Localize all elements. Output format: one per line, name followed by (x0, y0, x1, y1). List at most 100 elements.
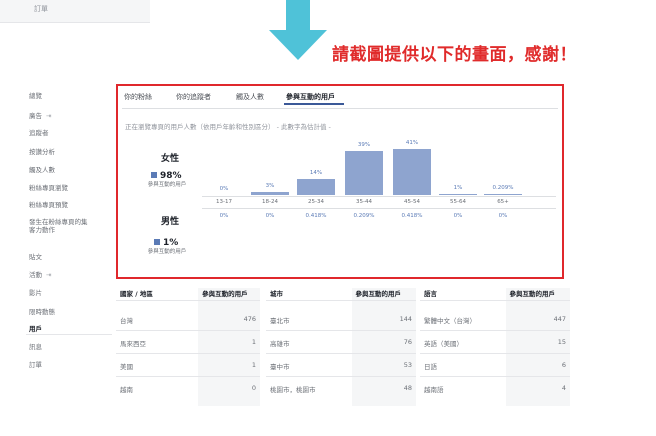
table-row-line (266, 353, 416, 354)
external-link-icon: ⇥ (46, 112, 52, 120)
table-cell-value: 1 (251, 361, 256, 369)
table-cell-name: 越南 (120, 386, 133, 394)
table-cell-value: 15 (557, 338, 566, 346)
age-axis-line-bottom (202, 208, 556, 209)
sidebar-item[interactable]: 按讚分析 (29, 146, 55, 156)
table-cell-value: 447 (553, 315, 566, 323)
table-row-line (266, 376, 416, 377)
age-tick-label: 55-64 (450, 199, 466, 205)
down-arrow-shaft (286, 0, 310, 30)
male-value-label: 0.418% (305, 213, 327, 219)
sidebar-item[interactable]: 粉絲專頁瀏覽 (29, 182, 68, 192)
male-value-label: 0% (498, 213, 508, 219)
sidebar-item[interactable]: 活動 ⇥ (29, 269, 51, 279)
table-cell-name: 英語（美國） (424, 340, 463, 348)
female-legend-swatch (151, 172, 157, 178)
male-legend-swatch (154, 239, 160, 245)
screenshot-request-text: 請截圖提供以下的畫面，感謝！ (332, 45, 577, 65)
female-title: 女性 (161, 154, 180, 164)
table-row-line (116, 353, 260, 354)
age-tick-label: 18-24 (262, 199, 278, 205)
sidebar-item-label: 廣告 (29, 112, 42, 120)
tab-3[interactable]: 觸及人數 (236, 92, 264, 102)
female-bar-label: 0% (219, 186, 229, 192)
male-value-label: 0% (265, 213, 275, 219)
table-cell-value: 6 (561, 361, 566, 369)
sidebar-item-label: 發生在粉絲專頁的集客力動作 (29, 218, 88, 234)
panel-description: 正在瀏覽專頁的用戶人數（依用戶年齡和性別區分） - 此數字為估計值 - (125, 123, 331, 131)
male-value-label: 0% (219, 213, 229, 219)
table-row-line (420, 353, 570, 354)
engaged-users-panel: 你的粉絲 你的追蹤者 觸及人數 參與互動的用戶 正在瀏覽專頁的用戶人數（依用戶年齡和性… (116, 84, 564, 279)
table-cell-name: 繁體中文（台灣） (424, 317, 476, 325)
female-bar (439, 193, 477, 195)
table-header-line (266, 300, 416, 301)
age-tick-label: 45-54 (404, 199, 420, 205)
column-header: 參與互動的用戶 (355, 290, 402, 298)
sidebar-item[interactable]: 訊息 (29, 341, 42, 351)
table-cell-value: 476 (243, 315, 256, 323)
female-bar (393, 149, 431, 195)
sidebar-item[interactable]: 觸及人數 (29, 164, 55, 174)
age-tick-label: 65+ (497, 199, 509, 205)
sidebar-item-label: 按讚分析 (29, 148, 55, 156)
sidebar-item[interactable]: 用戶 (29, 323, 42, 333)
age-axis-line-top (202, 196, 556, 197)
sidebar-item[interactable]: 影片 (29, 287, 42, 297)
sidebar-item[interactable]: 追蹤者 (29, 127, 49, 137)
female-bar-label: 1% (453, 184, 463, 191)
table-cell-value: 53 (403, 361, 412, 369)
sidebar-item-label: 訂單 (29, 361, 42, 369)
table-cell-value: 48 (403, 384, 412, 392)
column-header: 城市 (270, 290, 283, 298)
value-column-shade (505, 288, 570, 406)
female-bar-label: 0.209% (492, 184, 514, 191)
female-percent: 98% (151, 171, 182, 181)
external-link-icon: ⇥ (46, 271, 52, 279)
value-column-shade (198, 288, 260, 406)
table-cell-name: 臺北市 (270, 317, 290, 325)
table-cell-name: 馬來西亞 (120, 340, 146, 348)
sidebar-item[interactable]: 粉絲專頁預覽 (29, 199, 68, 209)
age-tick-label: 25-34 (308, 199, 324, 205)
sidebar-item-label: 粉絲專頁瀏覽 (29, 184, 68, 192)
table-cell-name: 美國 (120, 363, 133, 371)
sidebar-item-label: 訊息 (29, 343, 42, 351)
table-row-line (266, 330, 416, 331)
sidebar-item[interactable]: 發生在粉絲專頁的集客力動作 (29, 218, 93, 234)
tab-4[interactable]: 參與互動的用戶 (286, 92, 335, 102)
sidebar-item-label: 限時動態 (29, 308, 55, 316)
sidebar-item[interactable]: 限時動態 (29, 306, 55, 316)
sidebar-item[interactable]: 廣告 ⇥ (29, 110, 51, 120)
male-title: 男性 (161, 217, 180, 227)
down-arrow-icon (269, 30, 327, 60)
table-cell-value: 144 (399, 315, 412, 323)
age-tick-label: 35-44 (356, 199, 372, 205)
sidebar-item[interactable]: 總覽 (29, 90, 42, 100)
female-bar (484, 193, 522, 195)
sidebar-item[interactable]: 貼文 (29, 251, 42, 261)
sidebar-item-label: 貼文 (29, 253, 42, 261)
table-cell-name: 臺中市 (270, 363, 290, 371)
female-bar (251, 191, 289, 195)
sidebar-item-label: 影片 (29, 289, 42, 297)
male-value-label: 0% (453, 213, 463, 219)
table-row-line (116, 330, 260, 331)
table-country: 國家 / 地區 參與互動的用戶 台灣 476 馬來西亞 1 美國 1 越南 0 (116, 288, 260, 408)
column-header: 參與互動的用戶 (202, 290, 248, 298)
top-fragment-label: 訂單 (34, 5, 48, 13)
sidebar-item-label: 觸及人數 (29, 166, 55, 174)
table-cell-name: 越南語 (424, 386, 444, 394)
female-bar-label: 3% (265, 182, 275, 189)
female-bar (297, 179, 335, 195)
sidebar-item[interactable]: 訂單 (29, 359, 42, 369)
table-city: 城市 參與互動的用戶 臺北市 144 高雄市 76 臺中市 53 桃園市，桃園市 48 (266, 288, 416, 408)
female-bar-label: 14% (309, 170, 323, 177)
table-cell-value: 76 (403, 338, 412, 346)
female-sub-label: 參與互動的用戶 (147, 182, 187, 188)
column-header: 國家 / 地區 (120, 290, 153, 298)
tab-2[interactable]: 你的追蹤者 (176, 92, 211, 102)
female-bar (345, 151, 383, 195)
top-sidebar-fragment: 訂單 (0, 0, 150, 23)
tab-1[interactable]: 你的粉絲 (124, 92, 152, 102)
